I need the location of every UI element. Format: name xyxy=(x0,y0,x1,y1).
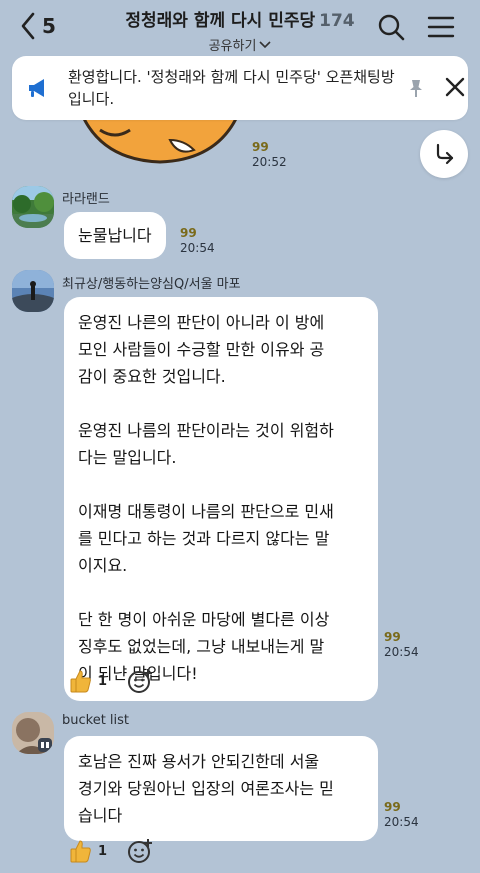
message-meta: 99 20:54 xyxy=(384,630,419,660)
avatar-image xyxy=(12,270,54,312)
avatar-image xyxy=(12,186,54,228)
search-icon[interactable] xyxy=(376,12,406,42)
like-reaction[interactable]: 1 xyxy=(70,669,107,693)
member-count: 174 xyxy=(319,11,355,31)
chevron-left-icon xyxy=(21,12,35,40)
message-meta: 99 20:54 xyxy=(180,226,215,256)
avatar[interactable] xyxy=(12,712,54,754)
megaphone-icon xyxy=(29,79,44,97)
reply-arrow-icon xyxy=(436,143,454,165)
reaction-bar: 1 xyxy=(70,668,153,694)
message-meta: 99 20:54 xyxy=(384,800,419,830)
message-time: 20:52 xyxy=(252,155,287,169)
pin-icon[interactable] xyxy=(406,78,426,98)
notice-text: 환영합니다. '정청래와 함께 다시 민주당' 오픈채팅방입니다. xyxy=(68,68,395,108)
chat-header: 5 정청래와 함께 다시 민주당 174 공유하기 xyxy=(0,0,480,54)
avatar[interactable] xyxy=(12,186,54,228)
sender-name: 최규상/행동하는양심Q/서울 마포 xyxy=(62,277,241,292)
unread-count: 99 xyxy=(252,140,269,154)
share-label: 공유하기 xyxy=(208,39,257,54)
chat-title-block: 정청래와 함께 다시 민주당 174 공유하기 xyxy=(100,6,380,54)
sender-name: 라라랜드 xyxy=(62,192,110,207)
like-count: 1 xyxy=(98,843,108,859)
chat-title[interactable]: 정청래와 함께 다시 민주당 174 xyxy=(100,6,380,31)
avatar-image xyxy=(12,712,54,754)
unread-chats-count: 5 xyxy=(42,14,56,38)
close-icon[interactable] xyxy=(444,76,466,98)
message-time: 20:54 xyxy=(180,241,215,255)
notice-banner[interactable]: 환영합니다. '정청래와 함께 다시 민주당' 오픈채팅방입니다. xyxy=(12,56,468,120)
menu-icon[interactable] xyxy=(426,12,456,42)
reaction-bar: 1 xyxy=(70,838,153,864)
message-time: 20:54 xyxy=(384,815,419,829)
chat-room-name: 정청래와 함께 다시 민주당 xyxy=(125,11,316,31)
message-bubble[interactable]: 운영진 나른의 판단이 아니라 이 방에 모인 사람들이 수긍할 만한 이유와 … xyxy=(64,297,378,701)
chevron-down-icon xyxy=(259,40,271,48)
thumbs-up-icon xyxy=(70,840,91,863)
unread-count: 99 xyxy=(384,630,401,644)
add-emoji-icon[interactable] xyxy=(127,668,153,694)
sender-name: bucket list xyxy=(62,713,130,728)
like-count: 1 xyxy=(98,673,108,689)
like-reaction[interactable]: 1 xyxy=(70,839,107,863)
message-time: 20:54 xyxy=(384,645,419,659)
share-button[interactable]: 공유하기 xyxy=(209,35,272,54)
message-bubble[interactable]: 눈물납니다 xyxy=(64,212,166,259)
reply-button[interactable] xyxy=(420,130,468,178)
unread-count: 99 xyxy=(384,800,401,814)
avatar[interactable] xyxy=(12,270,54,312)
thumbs-up-icon xyxy=(70,670,91,693)
sticker-meta: 99 20:52 xyxy=(252,140,287,170)
unread-count: 99 xyxy=(180,226,197,240)
back-button[interactable]: 5 xyxy=(20,10,56,42)
add-emoji-icon[interactable] xyxy=(127,838,153,864)
message-bubble[interactable]: 호남은 진짜 용서가 안되긴한데 서울 경기와 당원아닌 입장의 여론조사는 믿… xyxy=(64,736,378,841)
